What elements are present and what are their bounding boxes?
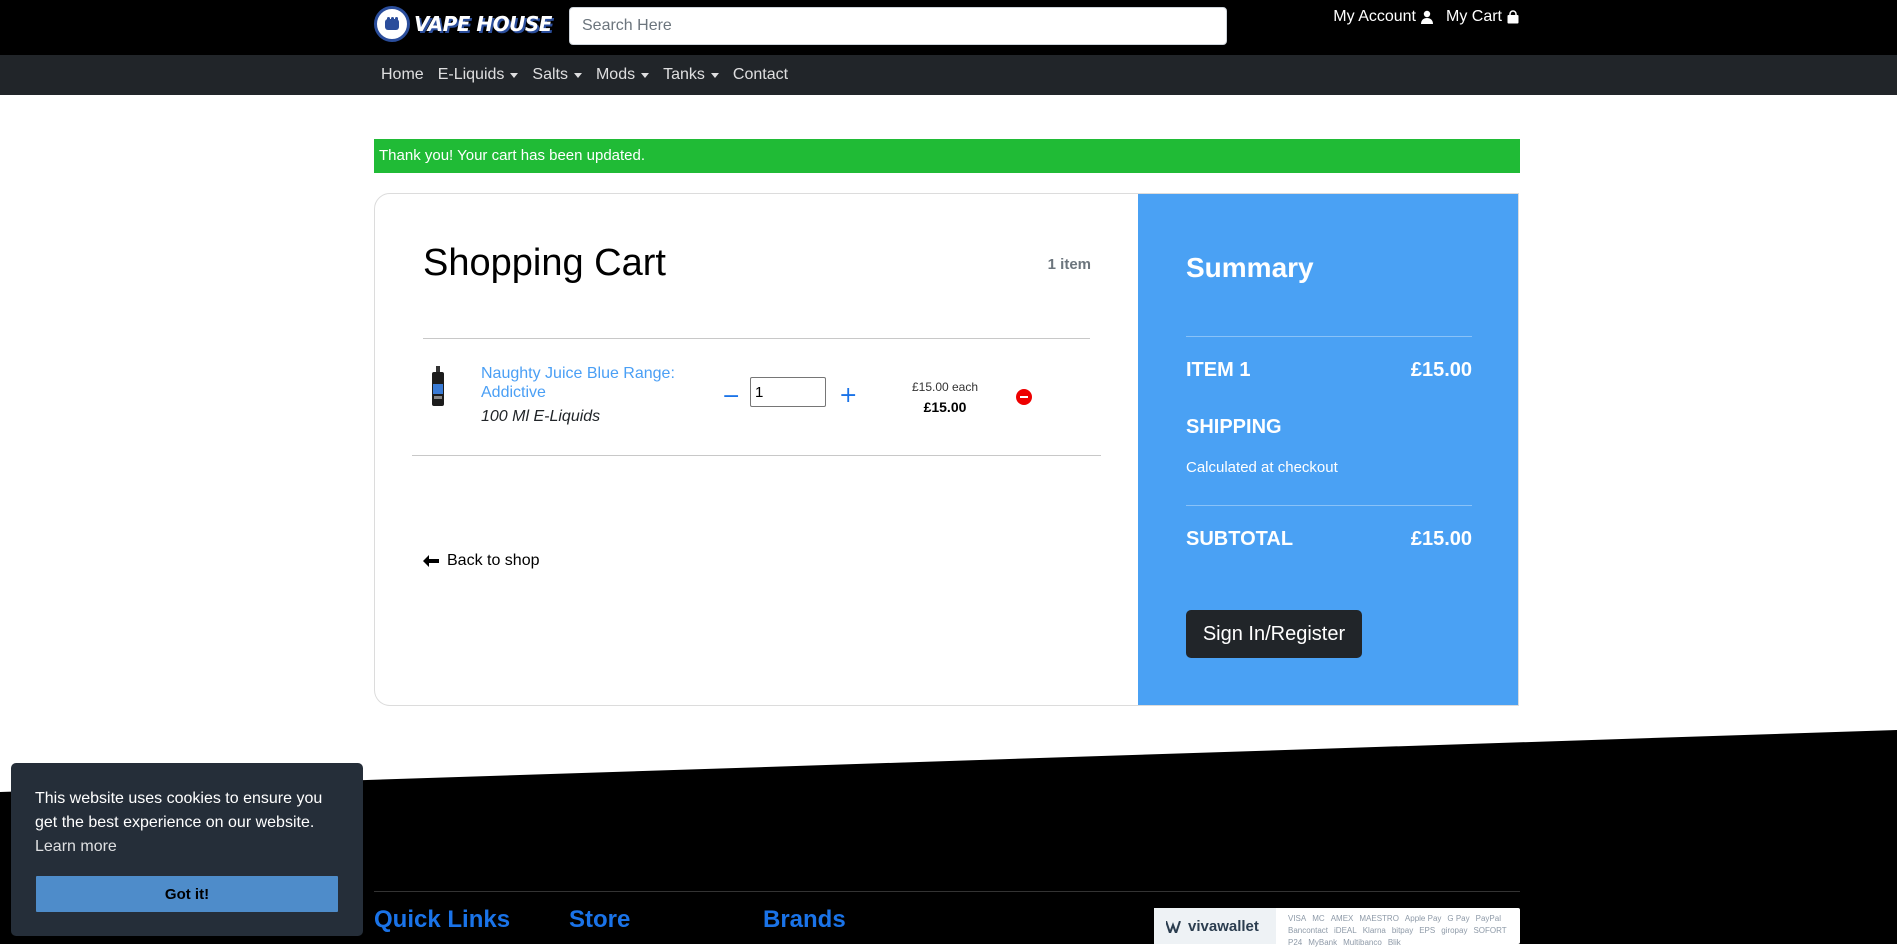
payment-logo: iDEAL (1334, 926, 1357, 935)
cookie-learn-more-link[interactable]: Learn more (35, 835, 117, 859)
viva-wallet-logo: vivawallet (1166, 918, 1259, 935)
fist-logo-icon (374, 6, 410, 42)
summary-item-row: ITEM 1 £15.00 (1186, 359, 1472, 382)
nav-item-tanks[interactable]: Tanks (656, 66, 726, 84)
nav-label: Tanks (663, 66, 705, 83)
payment-logo: P24 (1288, 938, 1303, 947)
footer-heading-quick-links: Quick Links (374, 906, 511, 933)
footer-heading-store: Store (569, 906, 631, 933)
quantity-input[interactable] (750, 377, 826, 407)
item-count: 1 item (1047, 256, 1091, 273)
subtotal-label: SUBTOTAL (1186, 528, 1294, 550)
payment-logo: SOFORT (1473, 926, 1507, 935)
nav-item-home[interactable]: Home (374, 66, 431, 84)
cart-card: Shopping Cart 1 item Naughty Juice Blue … (374, 193, 1519, 706)
payment-logo-list: VISA MC AMEX MAESTRO Apple Pay G Pay Pay… (1288, 914, 1512, 947)
divider (412, 455, 1101, 456)
payment-logo: G Pay (1447, 914, 1470, 923)
summary-title: Summary (1186, 252, 1314, 283)
site-logo[interactable]: VAPE HOUSE (374, 6, 552, 42)
divider (423, 338, 1090, 339)
divider (1186, 505, 1472, 506)
footer-heading-brands: Brands (763, 906, 846, 933)
nav-label: Home (381, 66, 424, 83)
viva-wallet-label: vivawallet (1188, 918, 1259, 935)
page-title: Shopping Cart (423, 242, 666, 284)
payment-methods: vivawallet VISA MC AMEX MAESTRO Apple Pa… (1154, 908, 1520, 947)
payment-logo: bitpay (1391, 926, 1414, 935)
payment-logo: Multibanco (1343, 938, 1382, 947)
my-cart-label: My Cart (1446, 8, 1502, 25)
user-icon (1421, 10, 1433, 24)
payment-logo: VISA (1288, 914, 1307, 923)
order-summary-panel: Summary ITEM 1 £15.00 SHIPPING Calculate… (1138, 194, 1518, 705)
cart-updated-alert: Thank you! Your cart has been updated. (374, 139, 1520, 173)
nav-links: Home E-Liquids Salts Mods Tanks Contact (374, 55, 795, 95)
cookie-accept-button[interactable]: Got it! (36, 876, 338, 912)
summary-item-value: £15.00 (1410, 359, 1472, 381)
shipping-note: Calculated at checkout (1186, 459, 1338, 476)
payment-logo: PayPal (1475, 914, 1501, 923)
shipping-label: SHIPPING (1186, 416, 1282, 438)
product-name-link[interactable]: Naughty Juice Blue Range: Addictive (481, 364, 691, 402)
quantity-decrease-button[interactable]: − (722, 384, 740, 409)
product-thumbnail[interactable] (431, 366, 445, 406)
back-to-shop-link[interactable]: Back to shop (423, 552, 540, 570)
payment-logo: MyBank (1308, 938, 1338, 947)
payment-logo: AMEX (1330, 914, 1354, 923)
nav-label: E-Liquids (437, 66, 505, 83)
payment-logo: Apple Pay (1404, 914, 1442, 923)
nav-item-e-liquids[interactable]: E-Liquids (431, 66, 526, 84)
quantity-increase-button[interactable]: + (839, 383, 857, 408)
payment-logo: MAESTRO (1359, 914, 1399, 923)
line-total: £15.00 (923, 399, 967, 415)
viva-wallet-icon (1166, 920, 1181, 933)
divider (1186, 336, 1472, 337)
cookie-message: This website uses cookies to ensure you … (35, 790, 323, 831)
payment-logo: MC (1312, 914, 1325, 923)
payment-logo: Bancontact (1288, 926, 1329, 935)
my-account-link[interactable]: My Account (1333, 8, 1434, 26)
sign-in-register-button[interactable]: Sign In/Register (1186, 610, 1362, 658)
caret-down-icon (510, 72, 519, 78)
my-account-label: My Account (1333, 8, 1416, 25)
arrow-left-icon (423, 555, 439, 567)
nav-item-contact[interactable]: Contact (726, 66, 795, 84)
payment-logo: Blik (1387, 938, 1401, 947)
back-to-shop-label: Back to shop (447, 552, 540, 569)
nav-item-salts[interactable]: Salts (525, 66, 589, 84)
my-cart-link[interactable]: My Cart (1446, 8, 1520, 26)
payment-logo: Klarna (1362, 926, 1386, 935)
nav-label: Mods (595, 66, 636, 83)
caret-down-icon (710, 72, 719, 78)
main-navbar: Home E-Liquids Salts Mods Tanks Contact (0, 55, 1897, 95)
remove-item-icon[interactable] (1016, 389, 1032, 405)
nav-item-mods[interactable]: Mods (589, 66, 656, 84)
product-category: 100 Ml E-Liquids (481, 408, 601, 425)
payment-logo: EPS (1419, 926, 1436, 935)
account-links: My Account My Cart (1333, 8, 1520, 26)
nav-label: Contact (732, 66, 789, 83)
summary-item-label: ITEM 1 (1186, 359, 1251, 381)
search-input[interactable] (569, 7, 1227, 45)
caret-down-icon (573, 72, 582, 78)
price-each: £15.00 each (911, 380, 979, 394)
footer-divider (374, 891, 1520, 892)
caret-down-icon (641, 72, 650, 78)
subtotal-value: £15.00 (1410, 528, 1472, 550)
top-bar: VAPE HOUSE My Account My Cart (0, 0, 1897, 55)
cart-items-panel: Shopping Cart 1 item Naughty Juice Blue … (375, 194, 1138, 705)
subtotal-row: SUBTOTAL £15.00 (1186, 528, 1472, 551)
cookie-banner: This website uses cookies to ensure you … (11, 763, 363, 936)
logo-text: VAPE HOUSE (414, 12, 552, 36)
shopping-bag-icon (1507, 10, 1519, 24)
nav-label: Salts (532, 66, 568, 83)
payment-logo: giropay (1441, 926, 1468, 935)
